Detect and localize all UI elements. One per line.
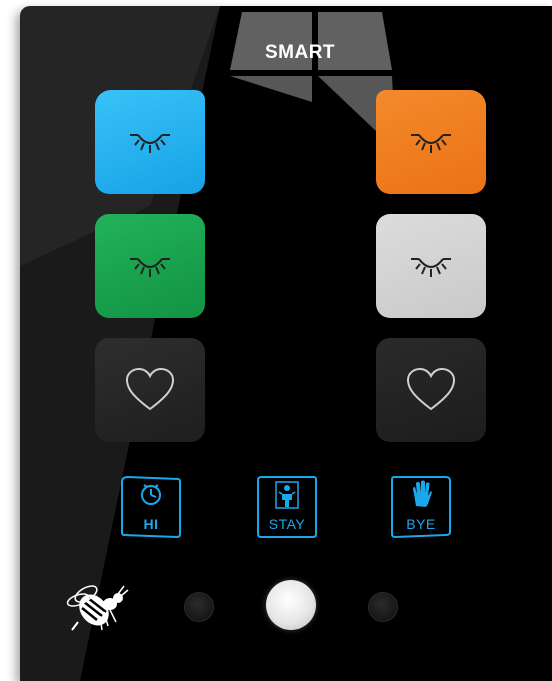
- light-key-blue[interactable]: [95, 90, 205, 194]
- hand-icon: [413, 480, 432, 507]
- heart-icon: [406, 367, 456, 411]
- eye-lashes-icon: [411, 258, 451, 277]
- bee-icon: [66, 585, 129, 631]
- light-key-green[interactable]: [95, 214, 205, 318]
- eye-lashes-icon: [130, 134, 170, 153]
- indicator-dot-left: [184, 592, 214, 622]
- person-seated-icon: [275, 481, 299, 509]
- mode-stay-label: STAY: [268, 516, 306, 532]
- mode-hi-button[interactable]: HI: [120, 474, 182, 540]
- center-button[interactable]: [266, 580, 316, 630]
- favorite-key-left[interactable]: [95, 338, 205, 442]
- favorite-key-right[interactable]: [376, 338, 486, 442]
- mode-stay-button[interactable]: STAY: [256, 474, 318, 540]
- indicator-dot-right: [368, 592, 398, 622]
- eye-lashes-icon: [411, 134, 451, 153]
- mode-bye-label: BYE: [406, 516, 436, 532]
- light-key-orange[interactable]: [376, 90, 486, 194]
- switch-panel: SMART HI STAY BYE: [20, 6, 552, 681]
- mode-bye-button[interactable]: BYE: [390, 474, 452, 540]
- brand-label: SMART: [264, 42, 336, 63]
- heart-icon: [125, 367, 175, 411]
- clock-icon: [141, 484, 161, 505]
- light-key-white[interactable]: [376, 214, 486, 318]
- eye-lashes-icon: [130, 258, 170, 277]
- mode-hi-label: HI: [143, 516, 159, 532]
